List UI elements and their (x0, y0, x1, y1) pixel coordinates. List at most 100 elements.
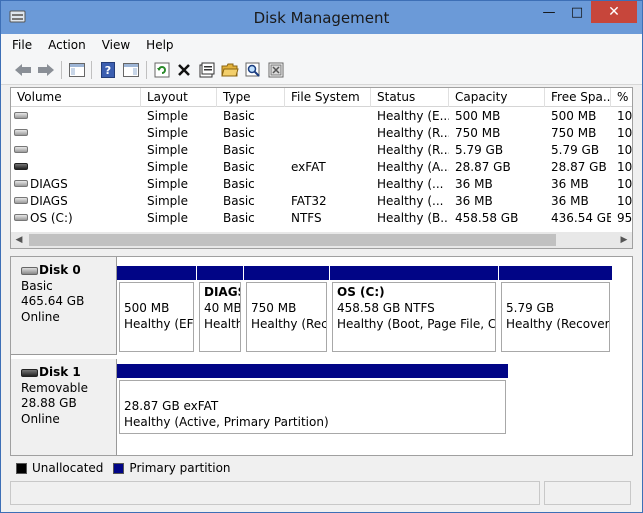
disk-1-label[interactable]: Disk 1 Removable 28.88 GB Online (11, 359, 117, 455)
percent-free-cell: 95 (617, 211, 632, 225)
free-space-cell: 436.54 GB (551, 211, 611, 225)
back-icon[interactable] (13, 60, 33, 80)
maximize-button[interactable]: □ (563, 1, 591, 23)
partition-body: 500 MB Healthy (EFI (119, 282, 194, 352)
status-bar (10, 481, 633, 505)
column-header-free-space[interactable]: Free Spa... (545, 88, 611, 107)
column-header-capacity[interactable]: Capacity (449, 88, 545, 107)
scroll-thumb[interactable] (29, 234, 556, 246)
partition-bar (117, 266, 196, 280)
search-icon[interactable] (243, 60, 263, 80)
file-system-cell (285, 176, 371, 193)
volume-cell: DIAGS (11, 176, 141, 193)
capacity-cell: 458.58 GB (455, 211, 519, 225)
horizontal-scrollbar[interactable]: ◀ ▶ (11, 232, 632, 248)
refresh-icon[interactable] (152, 60, 172, 80)
close-button[interactable]: ✕ (591, 1, 637, 23)
volume-row[interactable]: Simple Basic Healthy (R... 750 MB 750 MB… (11, 125, 632, 142)
disk-0-label[interactable]: Disk 0 Basic 465.64 GB Online (11, 257, 117, 355)
title-bar[interactable]: Disk Management — □ ✕ (1, 1, 642, 34)
toolbar-separator (146, 61, 147, 79)
file-system-cell (285, 142, 371, 159)
menu-action[interactable]: Action (48, 38, 86, 52)
volume-list[interactable]: Volume Layout Type File System Status Ca… (10, 87, 633, 249)
column-header-type[interactable]: Type (217, 88, 285, 107)
type-cell: Basic (223, 194, 255, 208)
legend-label: Primary partition (129, 461, 231, 475)
partition-bar (117, 364, 508, 378)
partition-body: DIAGS 40 MB Health (199, 282, 241, 352)
partition-recovery[interactable]: 5.79 GB Healthy (Recovery (499, 266, 612, 354)
scroll-right-arrow[interactable]: ▶ (616, 232, 632, 248)
volume-list-header: Volume Layout Type File System Status Ca… (11, 88, 632, 107)
volume-row[interactable]: OS (C:) Simple Basic NTFS Healthy (B... … (11, 210, 632, 227)
partition-name: DIAGS (204, 285, 240, 299)
column-header-volume[interactable]: Volume (11, 88, 141, 107)
partition-diags[interactable]: DIAGS 40 MB Health (197, 266, 243, 354)
type-cell: Basic (223, 160, 255, 174)
volume-row[interactable]: Simple Basic Healthy (E... 500 MB 500 MB… (11, 108, 632, 125)
menu-file[interactable]: File (12, 38, 32, 52)
partition-status: Healthy (Recovery (506, 317, 610, 331)
properties-icon[interactable] (197, 60, 217, 80)
drive-icon (14, 129, 28, 136)
partition-bar (197, 266, 243, 280)
volume-row[interactable]: Simple Basic exFAT Healthy (A... 28.87 G… (11, 159, 632, 176)
disk-type: Basic (21, 278, 53, 293)
partition-size: 458.58 GB NTFS (337, 301, 435, 315)
partition-os-c[interactable]: OS (C:) 458.58 GB NTFS Healthy (Boot, Pa… (330, 266, 498, 354)
percent-free-cell: 100 (617, 177, 632, 191)
delete-icon[interactable] (174, 60, 194, 80)
menu-help[interactable]: Help (146, 38, 173, 52)
status-cell: Healthy (A... (377, 160, 449, 174)
percent-free-cell: 100 (617, 194, 632, 208)
capacity-cell: 500 MB (455, 109, 501, 123)
minimize-button[interactable]: — (535, 1, 563, 23)
partition-recovery-750[interactable]: 750 MB Healthy (Reco (244, 266, 329, 354)
disk-size: 28.88 GB (21, 396, 77, 410)
removable-disk-icon (21, 368, 38, 377)
scroll-left-arrow[interactable]: ◀ (11, 232, 27, 248)
capacity-cell: 5.79 GB (455, 143, 504, 157)
column-header-layout[interactable]: Layout (141, 88, 217, 107)
volume-row[interactable]: DIAGS Simple Basic FAT32 Healthy (... 36… (11, 193, 632, 210)
partition-status: Healthy (Boot, Page File, Cras (337, 317, 496, 331)
menu-view[interactable]: View (102, 38, 130, 52)
removable-drive-icon (14, 163, 28, 170)
partition-bar (499, 266, 612, 280)
help-icon[interactable]: ? (98, 60, 118, 80)
disk-name: Disk 0 (39, 263, 81, 277)
open-folder-icon[interactable] (220, 60, 240, 80)
free-space-cell: 5.79 GB (551, 143, 600, 157)
svg-text:?: ? (105, 64, 111, 77)
action-pane-icon[interactable] (121, 60, 141, 80)
show-hide-console-tree-icon[interactable] (67, 60, 87, 80)
volume-row[interactable]: Simple Basic Healthy (R... 5.79 GB 5.79 … (11, 142, 632, 159)
export-icon[interactable] (266, 60, 286, 80)
status-cell: Healthy (B... (377, 211, 449, 225)
partition-bar (244, 266, 329, 280)
free-space-cell: 28.87 GB (551, 160, 607, 174)
file-system-cell (285, 108, 371, 125)
column-header-percent-free[interactable]: % F (611, 88, 632, 107)
partition-status: Healthy (Reco (251, 317, 327, 331)
disk-map: Disk 0 Basic 465.64 GB Online 500 MB Hea… (10, 256, 633, 456)
type-cell: Basic (223, 211, 255, 225)
status-cell: Healthy (E... (377, 109, 449, 123)
file-system-cell: exFAT (291, 160, 326, 174)
volume-cell (11, 108, 141, 125)
drive-icon (14, 214, 28, 221)
legend: Unallocated Primary partition (10, 459, 633, 477)
volume-cell (11, 159, 141, 176)
volume-row[interactable]: DIAGS Simple Basic Healthy (... 36 MB 36… (11, 176, 632, 193)
partition-exfat[interactable]: 28.87 GB exFAT Healthy (Active, Primary … (117, 364, 508, 436)
forward-icon[interactable] (36, 60, 56, 80)
partition-size: 750 MB (251, 301, 297, 315)
percent-free-cell: 100 (617, 143, 632, 157)
partition-body: OS (C:) 458.58 GB NTFS Healthy (Boot, Pa… (332, 282, 496, 352)
volume-cell (11, 142, 141, 159)
partition-efi[interactable]: 500 MB Healthy (EFI (117, 266, 196, 354)
column-header-status[interactable]: Status (371, 88, 449, 107)
layout-cell: Simple (147, 160, 188, 174)
column-header-file-system[interactable]: File System (285, 88, 371, 107)
